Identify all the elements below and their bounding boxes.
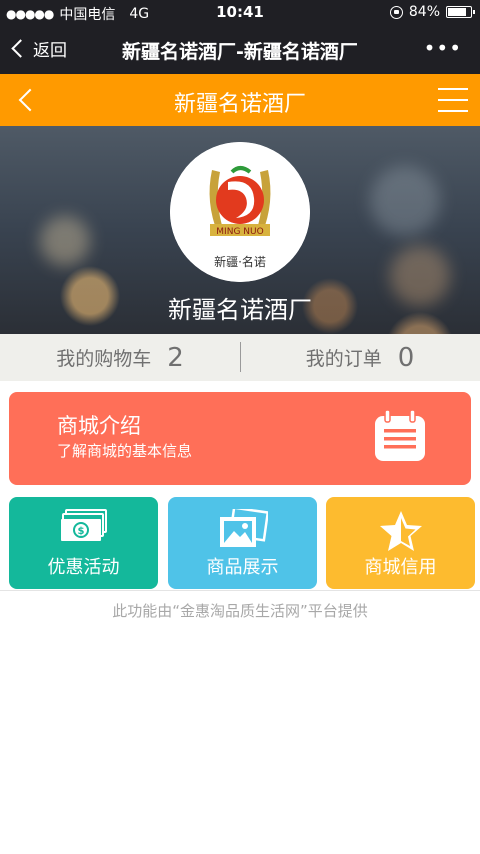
chevron-left-icon: [11, 39, 30, 58]
orders-label: 我的订单: [305, 348, 382, 370]
gallery-icon: [219, 509, 268, 547]
mall-intro-card[interactable]: 商城介绍 了解商城的基本信息: [9, 392, 471, 485]
tile-promotions-label: 优惠活动: [47, 557, 120, 578]
tile-products[interactable]: 商品展示: [168, 497, 317, 589]
cart-count: 2: [167, 342, 184, 373]
tile-products-label: 商品展示: [206, 557, 279, 578]
orders-link[interactable]: 我的订单 0: [240, 334, 480, 381]
logo-top-text: MING NUO: [216, 227, 263, 237]
wechat-nav-bar: 返回 新疆名诺酒厂-新疆名诺酒厂 •••: [0, 24, 480, 74]
store-name: 新疆名诺酒厂: [168, 296, 312, 324]
wechat-title: 新疆名诺酒厂-新疆名诺酒厂: [122, 41, 358, 63]
logo-bottom-text: 新疆·名诺: [214, 254, 266, 269]
footer-divider: [0, 590, 480, 591]
hero-banner: MING NUO 新疆·名诺 新疆名诺酒厂: [0, 126, 480, 334]
battery-icon: [446, 6, 475, 18]
stats-divider: [240, 342, 241, 372]
money-icon: $: [60, 509, 107, 541]
status-bar: ●●●●● 中国电信 4G 10:41 84%: [0, 0, 480, 24]
tile-credit[interactable]: 商城信用: [326, 497, 475, 589]
store-logo: MING NUO 新疆·名诺: [170, 142, 310, 282]
intro-title: 商城介绍: [57, 414, 141, 438]
page-header: 新疆名诺酒厂: [0, 74, 480, 126]
intro-subtitle: 了解商城的基本信息: [57, 442, 193, 460]
star-icon: [379, 511, 422, 551]
wechat-back-button[interactable]: 返回: [11, 36, 67, 61]
rotation-lock-icon: [389, 5, 403, 19]
more-menu-button[interactable]: •••: [424, 36, 462, 60]
orders-count: 0: [397, 342, 415, 373]
battery-percent: 84%: [408, 4, 440, 20]
page-title: 新疆名诺酒厂: [173, 92, 306, 117]
tile-credit-label: 商城信用: [364, 557, 437, 578]
store-logo-icon: MING NUO 新疆·名诺: [170, 142, 310, 282]
cart-label: 我的购物车: [56, 348, 152, 370]
status-right: 84%: [389, 4, 475, 20]
user-stats: 我的购物车 2 我的订单 0: [0, 334, 480, 381]
footer-note: 此功能由“金惠淘品质生活网”平台提供: [112, 602, 368, 620]
svg-text:$: $: [77, 526, 84, 537]
wechat-back-label: 返回: [33, 41, 67, 61]
calendar-icon: [375, 409, 425, 461]
tile-promotions[interactable]: $ 优惠活动: [9, 497, 158, 589]
cart-link[interactable]: 我的购物车 2: [0, 334, 240, 381]
hamburger-menu-button[interactable]: [438, 88, 468, 112]
